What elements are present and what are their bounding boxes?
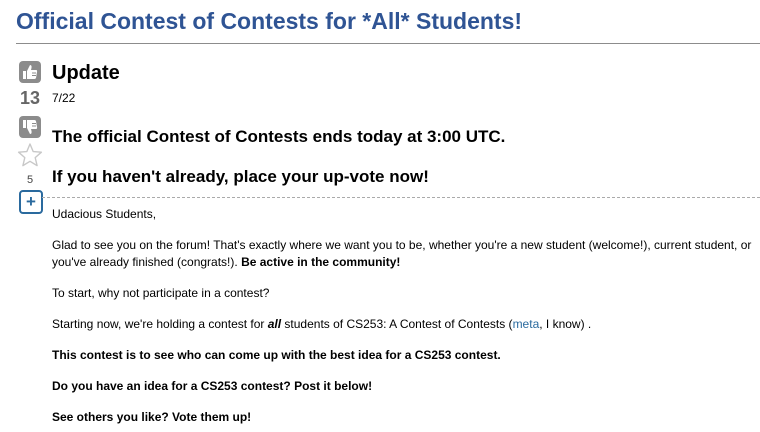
contest-goal: This contest is to see who can come up w… <box>52 348 501 362</box>
thumbs-up-icon[interactable] <box>19 61 41 83</box>
greeting: Udacious Students, <box>52 207 157 221</box>
update-heading: Update <box>52 62 120 84</box>
contest-text-mid: students of CS253: A Contest of Contests… <box>281 317 513 331</box>
intro-paragraph: Glad to see you on the forum! That's exa… <box>52 237 752 271</box>
vote-cta: See others you like? Vote them up! <box>52 410 252 424</box>
update-divider <box>42 197 760 198</box>
meta-link[interactable]: meta <box>513 317 540 331</box>
favorite-count: 5 <box>26 174 34 186</box>
contest-all: all <box>267 317 282 331</box>
star-icon[interactable] <box>17 142 43 168</box>
title-divider <box>16 43 760 44</box>
announcement-deadline: The official Contest of Contests ends to… <box>52 127 506 146</box>
update-date: 7/22 <box>52 91 76 105</box>
contest-text-pre: Starting now, we're holding a contest fo… <box>52 317 268 331</box>
intro-text: Glad to see you on the forum! That's exa… <box>52 238 752 269</box>
question-post: Update 7/22 The official Contest of Cont… <box>42 62 760 424</box>
contest-cta: Do you have an idea for a CS253 contest?… <box>52 379 373 393</box>
contest-text-post: , I know) . <box>539 317 592 331</box>
follow-button[interactable]: + <box>19 190 43 214</box>
vote-score: 13 <box>19 88 41 108</box>
start-paragraph: To start, why not participate in a conte… <box>52 286 270 300</box>
question-title[interactable]: Official Contest of Contests for *All* S… <box>16 8 522 35</box>
contest-paragraph: Starting now, we're holding a contest fo… <box>52 316 591 333</box>
announcement-vote: If you haven't already, place your up-vo… <box>52 167 429 186</box>
intro-bold: Be active in the community! <box>241 255 401 269</box>
thumbs-down-icon[interactable] <box>19 116 41 138</box>
